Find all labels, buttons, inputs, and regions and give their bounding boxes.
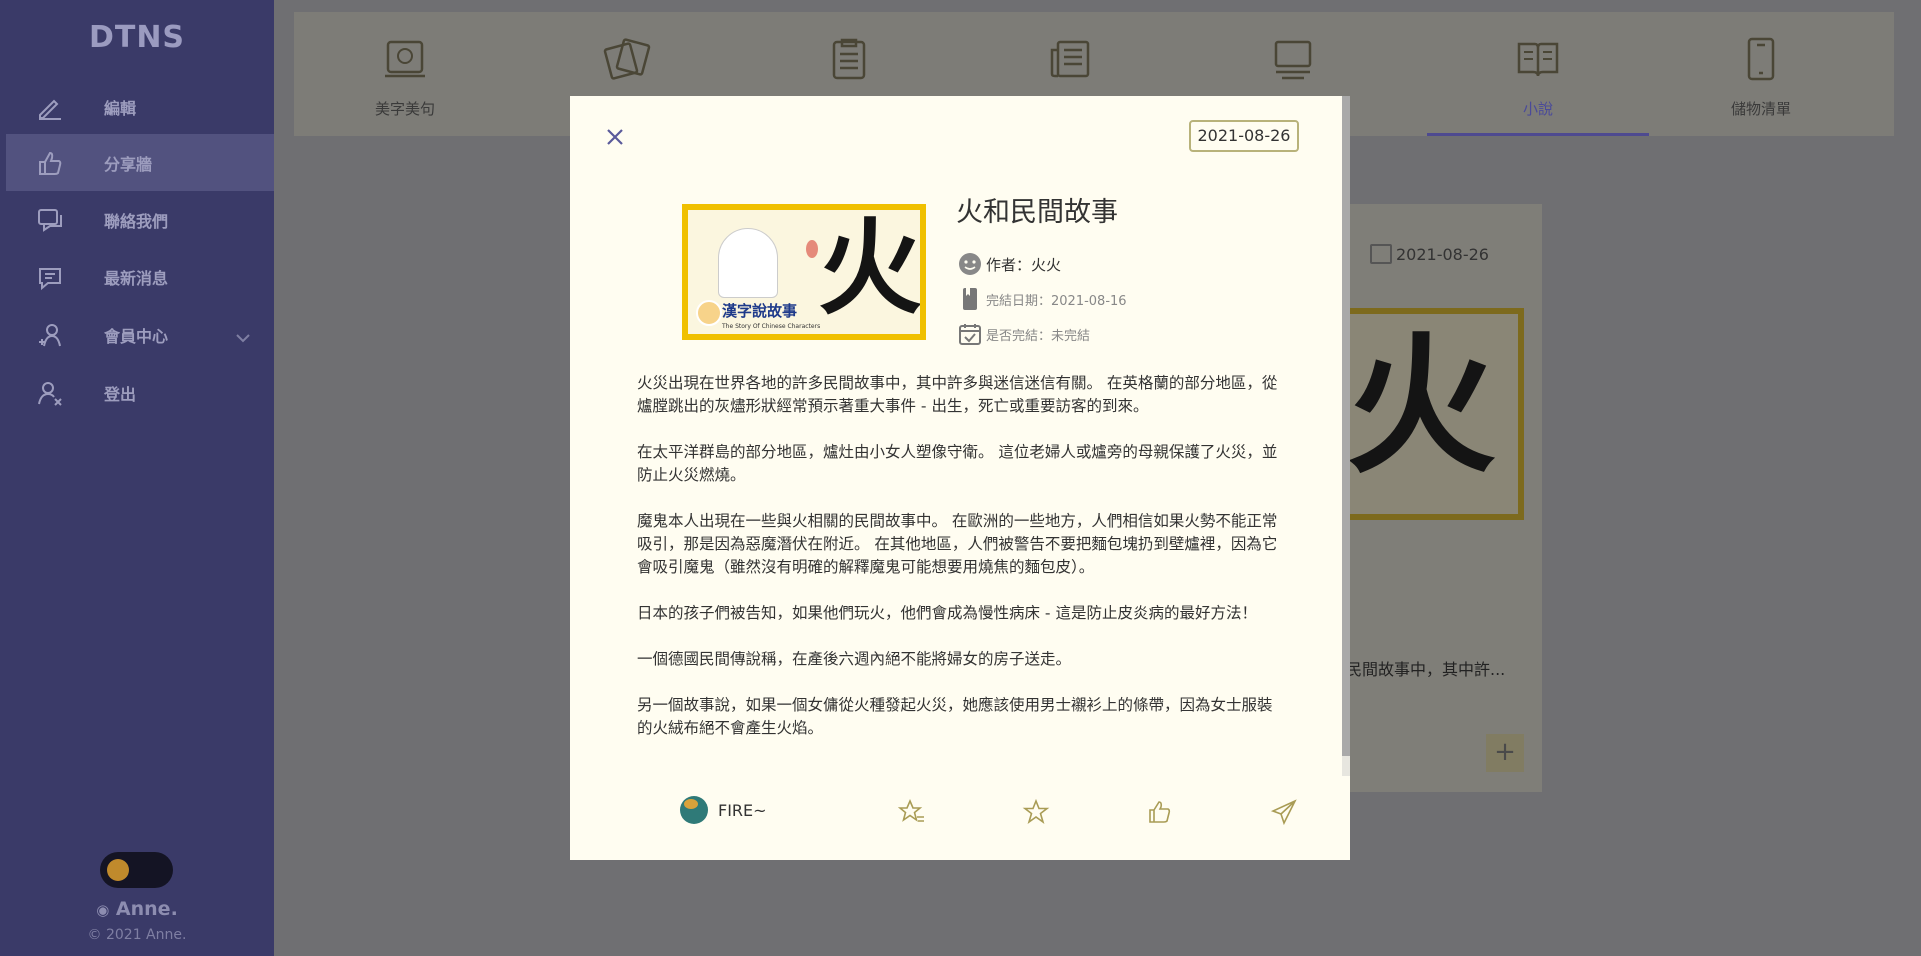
story-cover-image: 火 漢字說故事 The Story Of Chinese Characters — [682, 204, 926, 340]
chat-icon — [36, 206, 76, 234]
author-text: 作者：火火 — [986, 255, 1062, 274]
sidebar-item-label: 最新消息 — [104, 268, 169, 288]
favorite-list-button[interactable] — [897, 798, 926, 826]
story-modal: 2021-08-26 火 漢字說故事 The Story Of Chinese … — [570, 96, 1350, 860]
book-open-icon — [1517, 42, 1559, 77]
add-button[interactable]: + — [1486, 734, 1524, 772]
cover-brand-sub: The Story Of Chinese Characters — [722, 323, 821, 330]
frame-icon — [385, 40, 425, 78]
card-date: 2021-08-26 — [1370, 244, 1489, 264]
avatar — [680, 796, 708, 824]
star-button[interactable] — [1022, 798, 1050, 826]
author-line: 作者：火火 — [958, 252, 1061, 276]
story-title: 火和民間故事 — [956, 197, 1118, 228]
finish-date-line: 完結日期：2021-08-16 — [958, 287, 1127, 311]
sidebar-item-logout[interactable]: 登出 — [6, 364, 274, 421]
scrollbar-thumb[interactable] — [1342, 96, 1350, 756]
star-icon — [1022, 798, 1050, 824]
card-date-text: 2021-08-26 — [1396, 244, 1489, 264]
user-x-icon — [36, 379, 76, 407]
post-author-name: FIRE~ — [718, 800, 767, 820]
flame-illustration — [806, 240, 818, 258]
cover-glyph: 火 — [818, 210, 920, 329]
story-paragraph: 日本的孩子們被告知，如果他們玩火，他們會成為慢性病床 - 這是防止皮炎病的最好方… — [637, 604, 1257, 622]
story-paragraph: 另一個故事說，如果一個女傭從火種發起火災，她應該使用男士襯衫上的條帶，因為女士服… — [637, 696, 1273, 737]
chevron-down-icon[interactable] — [236, 328, 250, 347]
star-list-icon — [897, 798, 924, 822]
tab-beautiful-sentences[interactable]: 美字美句 — [294, 12, 516, 136]
calendar-check-icon — [958, 322, 982, 346]
clipboard-icon — [832, 38, 866, 80]
like-button[interactable] — [1146, 798, 1174, 826]
thumb-up-icon — [1149, 801, 1171, 823]
card-cover-glyph: 火 — [1346, 320, 1497, 494]
ghost-illustration — [718, 228, 778, 298]
sidebar-item-label: 編輯 — [104, 98, 137, 118]
tab-storage-list[interactable]: 儲物清單 — [1650, 12, 1872, 136]
modal-footer: FIRE~ — [570, 776, 1350, 860]
card-cover-image: 火 — [1330, 308, 1524, 520]
sidebar-item-label: 登出 — [104, 384, 137, 404]
post-author[interactable]: FIRE~ — [680, 796, 767, 824]
story-body: 火災出現在世界各地的許多民間故事中，其中許多與迷信迷信有關。 在英格蘭的部分地區… — [637, 372, 1287, 763]
sidebar: DTNS 編輯 分享牆 聯絡我們 最新消息 會員中心 登出 ◉ Anne. © … — [0, 0, 274, 956]
sidebar-item-share-wall[interactable]: 分享牆 — [6, 134, 274, 191]
toggle-knob — [107, 859, 129, 881]
sidebar-item-label: 聯絡我們 — [104, 211, 169, 231]
sidebar-item-label: 會員中心 — [104, 326, 169, 346]
tab-label: 小說 — [1522, 100, 1553, 118]
app-logo: DTNS — [88, 20, 186, 55]
story-paragraph: 一個德國民間傳說稱，在產後六週內絕不能將婦女的房子送走。 — [637, 650, 1072, 668]
modal-scrollbar[interactable] — [1342, 96, 1350, 776]
screen-icon — [1274, 40, 1312, 80]
story-paragraph: 在太平洋群島的部分地區，爐灶由小女人塑像守衛。 這位老婦人或爐旁的母親保護了火災… — [637, 443, 1278, 484]
story-paragraph: 魔鬼本人出現在一些與火相關的民間故事中。 在歐洲的一些地方，人們相信如果火勢不能… — [637, 512, 1278, 576]
sidebar-item-member-center[interactable]: 會員中心 — [6, 306, 274, 363]
calendar-icon — [1370, 244, 1392, 264]
date-badge: 2021-08-26 — [1189, 120, 1299, 152]
copyright: © 2021 Anne. — [87, 927, 187, 943]
pencil-icon — [36, 93, 76, 121]
theme-toggle[interactable] — [100, 852, 173, 888]
book-icon — [958, 287, 982, 311]
github-icon: ◉ — [96, 901, 110, 919]
cover-seal — [696, 300, 722, 326]
thumb-up-icon — [36, 149, 76, 177]
send-icon — [1270, 799, 1297, 826]
phone-icon — [1747, 37, 1775, 81]
status-line: 是否完結：未完結 — [958, 322, 1090, 346]
share-button[interactable] — [1270, 798, 1298, 826]
tab-label: 儲物清單 — [1730, 100, 1791, 118]
cover-brand: 漢字說故事 — [722, 302, 798, 320]
footer-user-name: Anne. — [115, 898, 178, 920]
cards-icon — [603, 38, 651, 80]
message-icon — [36, 263, 76, 291]
sidebar-item-news[interactable]: 最新消息 — [6, 248, 274, 305]
tab-novel[interactable]: 小說 — [1427, 12, 1649, 136]
sidebar-item-contact[interactable]: 聯絡我們 — [6, 191, 274, 248]
newspaper-icon — [1050, 40, 1090, 78]
close-icon — [607, 129, 623, 145]
footer-user: ◉ Anne. — [0, 898, 274, 920]
card-excerpt: 民間故事中，其中許... — [1346, 660, 1506, 679]
tab-label: 美字美句 — [374, 100, 435, 118]
close-button[interactable] — [600, 122, 630, 152]
story-paragraph: 火災出現在世界各地的許多民間故事中，其中許多與迷信迷信有關。 在英格蘭的部分地區… — [637, 374, 1278, 415]
sidebar-item-edit[interactable]: 編輯 — [6, 78, 274, 135]
user-plus-icon — [36, 321, 76, 349]
status-text: 是否完結：未完結 — [986, 328, 1091, 344]
finish-date-text: 完結日期：2021-08-16 — [986, 293, 1127, 309]
sidebar-item-label: 分享牆 — [104, 154, 153, 174]
smiley-icon — [958, 252, 982, 276]
